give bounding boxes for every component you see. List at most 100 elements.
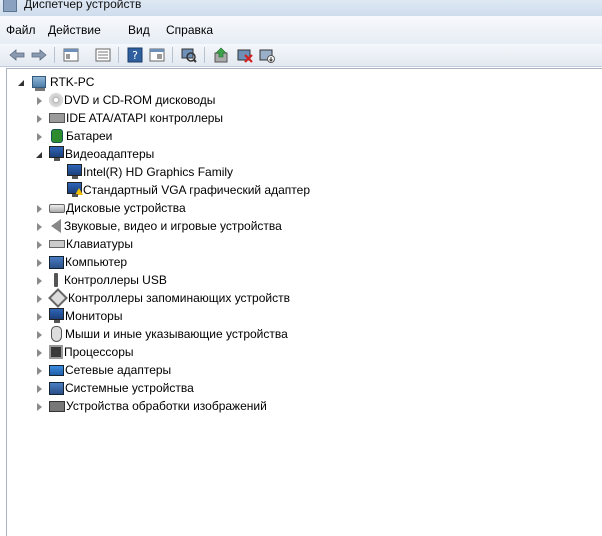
computer-icon — [30, 74, 46, 91]
tree-node-label: Батареи — [66, 129, 113, 143]
expand-icon[interactable] — [35, 330, 44, 339]
imaging-device-icon — [49, 400, 65, 412]
computer-icon — [49, 255, 64, 269]
tree-node-usb[interactable]: Контроллеры USB — [35, 271, 167, 289]
menu-help[interactable]: Справка — [166, 23, 213, 37]
tree-node-display-adapters[interactable]: Видеоадаптеры — [35, 145, 154, 163]
expand-icon[interactable] — [35, 132, 44, 141]
storage-controller-icon — [48, 288, 68, 308]
disk-drive-icon — [49, 203, 65, 213]
toolbar-separator — [54, 47, 55, 63]
tree-node-sound[interactable]: Звуковые, видео и игровые устройства — [35, 217, 282, 235]
tree-node-label: Контроллеры запоминающих устройств — [68, 291, 290, 305]
view-icon[interactable] — [148, 46, 166, 64]
tree-node-mice[interactable]: Мыши и иные указывающие устройства — [35, 325, 288, 343]
tree-node-label: Сетевые адаптеры — [65, 363, 172, 377]
uninstall-device-icon[interactable] — [258, 46, 276, 64]
menu-bar: Файл Действие Вид Справка — [0, 16, 602, 45]
toolbar-separator — [204, 47, 205, 63]
root-label: RTK-PC — [50, 75, 95, 89]
update-driver-icon[interactable] — [212, 46, 230, 64]
tree-node-label: Компьютер — [65, 255, 128, 269]
tree-node-computer[interactable]: Компьютер — [35, 253, 127, 271]
tree-node-label: Мыши и иные указывающие устройства — [65, 327, 288, 341]
tree-node-system[interactable]: Системные устройства — [35, 379, 194, 397]
expand-icon[interactable] — [35, 96, 44, 105]
svg-text:?: ? — [132, 49, 138, 62]
expand-icon[interactable] — [35, 276, 44, 285]
tree-node-label: Звуковые, видео и игровые устройства — [64, 219, 282, 233]
expand-icon[interactable] — [35, 258, 44, 267]
tree-node-vga[interactable]: Стандартный VGA графический адаптер — [66, 181, 310, 199]
disc-drive-icon — [49, 93, 63, 107]
toolbar-separator — [172, 47, 173, 63]
expand-icon[interactable] — [35, 114, 44, 123]
expand-icon[interactable] — [35, 384, 44, 393]
list-icon[interactable] — [94, 46, 112, 64]
window-title: Диспетчер устройств — [24, 0, 142, 11]
properties-icon[interactable] — [62, 46, 80, 64]
tree-node-disk-drives[interactable]: Дисковые устройства — [35, 199, 186, 217]
expand-icon[interactable] — [35, 312, 44, 321]
help-icon[interactable]: ? — [126, 46, 144, 64]
expand-icon[interactable] — [35, 402, 44, 411]
tree-node-imaging[interactable]: Устройства обработки изображений — [35, 397, 267, 415]
tree-node-label: Контроллеры USB — [64, 273, 167, 287]
toolbar: ? — [0, 44, 602, 67]
warning-icon — [75, 188, 83, 195]
back-arrow-icon[interactable] — [8, 46, 26, 64]
system-devices-icon — [49, 381, 64, 395]
tree-node-keyboards[interactable]: Клавиатуры — [35, 235, 133, 253]
forward-arrow-icon[interactable] — [30, 46, 48, 64]
toolbar-separator — [118, 47, 119, 63]
tree-node-monitors[interactable]: Мониторы — [35, 307, 122, 325]
tree-node-label: Устройства обработки изображений — [66, 399, 267, 413]
device-manager-icon — [3, 0, 17, 12]
expand-icon[interactable] — [35, 204, 44, 213]
tree-node-intel-hd[interactable]: Intel(R) HD Graphics Family — [66, 163, 233, 181]
device-tree: RTK-PC DVD и CD-ROM дисководы IDE ATA/AT… — [6, 68, 602, 536]
processor-icon — [49, 345, 63, 359]
tree-node-dvd[interactable]: DVD и CD-ROM дисководы — [35, 91, 215, 109]
ide-controller-icon — [49, 113, 65, 123]
display-adapter-icon — [67, 164, 82, 179]
menu-file[interactable]: Файл — [6, 23, 36, 37]
expand-icon[interactable] — [35, 366, 44, 375]
menu-action[interactable]: Действие — [48, 23, 101, 37]
tree-node-processors[interactable]: Процессоры — [35, 343, 134, 361]
tree-node-label: Видеоадаптеры — [65, 147, 155, 161]
menu-view[interactable]: Вид — [128, 23, 150, 37]
expand-icon[interactable] — [35, 222, 44, 231]
tree-node-label: IDE ATA/ATAPI контроллеры — [66, 111, 224, 125]
expand-icon[interactable] — [35, 294, 44, 303]
tree-node-label: Дисковые устройства — [66, 201, 186, 215]
title-bar: Диспетчер устройств — [0, 0, 602, 16]
display-adapter-warning-icon — [67, 182, 83, 197]
disable-device-icon[interactable] — [236, 46, 254, 64]
tree-node-storage[interactable]: Контроллеры запоминающих устройств — [35, 288, 290, 308]
tree-node-network[interactable]: Сетевые адаптеры — [35, 361, 171, 379]
monitor-icon — [49, 308, 64, 323]
network-adapter-icon — [49, 364, 64, 376]
tree-node-label: Процессоры — [64, 345, 134, 359]
scan-hardware-icon[interactable] — [180, 46, 198, 64]
tree-node-batteries[interactable]: Батареи — [35, 127, 112, 145]
tree-root[interactable]: RTK-PC — [17, 73, 94, 91]
tree-node-label: Клавиатуры — [66, 237, 133, 251]
tree-node-label: Стандартный VGA графический адаптер — [83, 183, 310, 197]
display-adapter-icon — [49, 146, 64, 161]
battery-icon — [51, 129, 63, 143]
usb-icon — [54, 273, 58, 287]
keyboard-icon — [49, 240, 65, 248]
tree-node-ide[interactable]: IDE ATA/ATAPI контроллеры — [35, 109, 223, 127]
speaker-icon — [51, 219, 61, 233]
tree-node-label: Intel(R) HD Graphics Family — [83, 165, 234, 179]
expand-icon[interactable] — [35, 240, 44, 249]
mouse-icon — [51, 326, 62, 342]
tree-node-label: Мониторы — [65, 309, 123, 323]
collapse-icon[interactable] — [35, 150, 44, 159]
tree-node-label: Системные устройства — [65, 381, 194, 395]
tree-node-label: DVD и CD-ROM дисководы — [64, 93, 216, 107]
expand-icon[interactable] — [35, 348, 44, 357]
collapse-icon[interactable] — [17, 78, 26, 87]
